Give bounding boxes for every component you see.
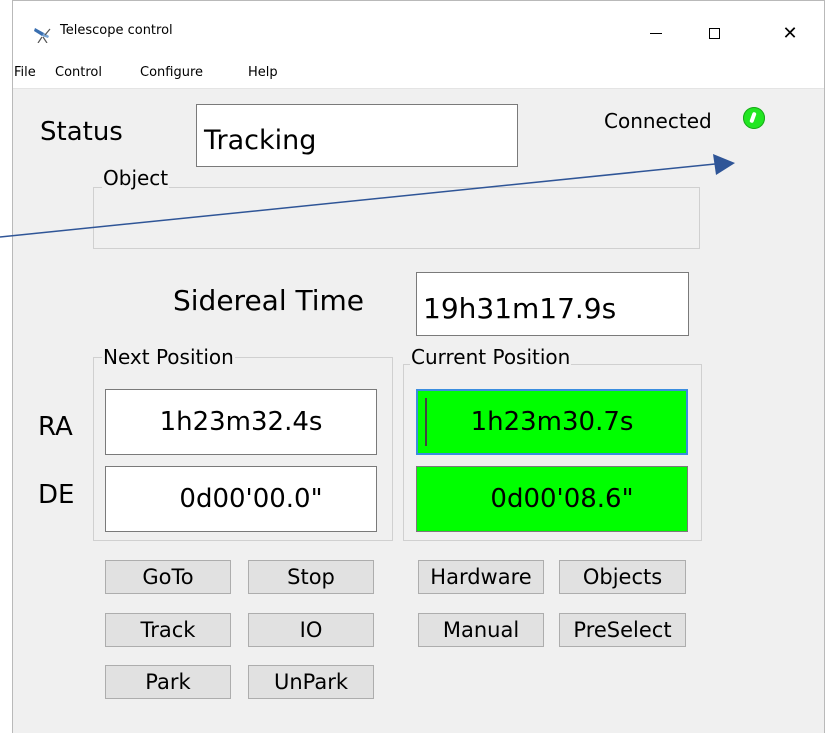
connected-label: Connected xyxy=(604,109,712,133)
objects-button[interactable]: Objects xyxy=(559,560,686,594)
current-ra-value: 1h23m30.7s xyxy=(470,407,634,437)
preselect-button[interactable]: PreSelect xyxy=(559,613,686,647)
object-group xyxy=(93,187,700,249)
menu-control[interactable]: Control xyxy=(55,65,102,80)
sidereal-time-value: 19h31m17.9s xyxy=(423,291,617,325)
minimize-icon xyxy=(650,32,662,34)
next-ra-value: 1h23m32.4s xyxy=(159,407,323,437)
park-button[interactable]: Park xyxy=(105,665,231,699)
ra-label: RA xyxy=(38,412,73,442)
current-ra-field[interactable]: 1h23m30.7s xyxy=(416,389,688,455)
unpark-button[interactable]: UnPark xyxy=(248,665,374,699)
status-value: Tracking xyxy=(204,125,317,156)
current-de-value: 0d00'08.6" xyxy=(490,484,634,514)
next-ra-field[interactable]: 1h23m32.4s xyxy=(105,389,377,455)
hardware-button[interactable]: Hardware xyxy=(418,560,544,594)
maximize-button[interactable] xyxy=(691,15,737,51)
sidereal-time-label: Sidereal Time xyxy=(173,284,365,317)
manual-button[interactable]: Manual xyxy=(418,613,544,647)
title-bar[interactable]: Telescope control ✕ xyxy=(13,1,824,59)
de-label: DE xyxy=(38,480,75,510)
connection-indicator-icon xyxy=(743,107,765,129)
status-label: Status xyxy=(40,117,123,147)
io-button[interactable]: IO xyxy=(248,613,374,647)
telescope-icon xyxy=(34,28,51,43)
current-position-title: Current Position xyxy=(410,345,572,369)
menu-configure[interactable]: Configure xyxy=(140,65,203,80)
close-icon: ✕ xyxy=(782,22,798,44)
menu-bar: File Control Configure Help xyxy=(13,59,824,89)
stop-button[interactable]: Stop xyxy=(248,560,374,594)
window-title: Telescope control xyxy=(60,23,173,38)
current-de-field[interactable]: 0d00'08.6" xyxy=(416,466,688,532)
telescope-control-window: Telescope control ✕ File Control Configu… xyxy=(12,0,825,733)
minimize-button[interactable] xyxy=(633,15,679,51)
track-button[interactable]: Track xyxy=(105,613,231,647)
next-de-value: 0d00'00.0" xyxy=(179,484,323,514)
text-caret xyxy=(425,398,427,446)
status-field[interactable]: Tracking xyxy=(196,104,518,167)
close-button[interactable]: ✕ xyxy=(767,15,813,51)
maximize-icon xyxy=(708,27,720,39)
object-group-title: Object xyxy=(102,166,170,190)
next-de-field[interactable]: 0d00'00.0" xyxy=(105,466,377,532)
menu-file[interactable]: File xyxy=(14,65,36,80)
sidereal-time-field[interactable]: 19h31m17.9s xyxy=(416,272,689,336)
menu-help[interactable]: Help xyxy=(248,65,278,80)
next-position-title: Next Position xyxy=(102,345,235,369)
goto-button[interactable]: GoTo xyxy=(105,560,231,594)
